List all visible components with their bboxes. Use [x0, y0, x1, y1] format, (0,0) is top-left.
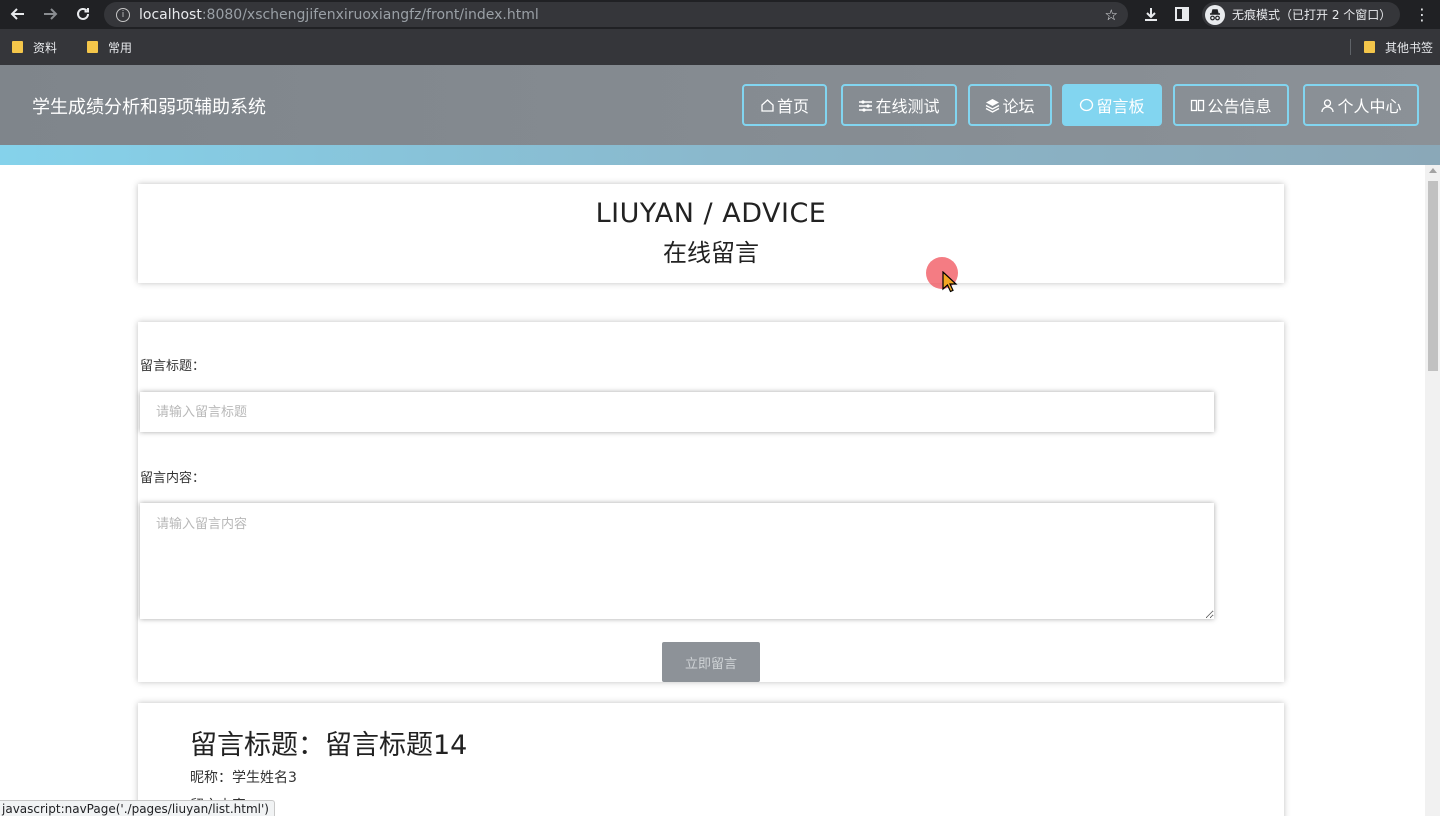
- bookmark-folder-changyong[interactable]: 常用: [87, 39, 132, 56]
- message-title: 留言标题：留言标题14: [190, 730, 468, 761]
- side-panel-button[interactable]: [1169, 1, 1195, 27]
- browser-menu-icon[interactable]: ⋮: [1414, 5, 1430, 24]
- arrow-left-icon: [10, 8, 24, 20]
- nav-label: 公告信息: [1207, 97, 1272, 116]
- reload-icon: [77, 7, 89, 20]
- nav-message-board[interactable]: 留言板: [1062, 84, 1162, 126]
- url-path: :8080/xschengjifenxiruoxiangfz/front/ind…: [201, 6, 539, 23]
- side-panel-icon: [1175, 7, 1189, 21]
- nav-label: 个人中心: [1337, 97, 1402, 116]
- site-title: 学生成绩分析和弱项辅助系统: [32, 97, 266, 118]
- chat-bubble-icon: [1080, 98, 1094, 111]
- forward-button[interactable]: [37, 1, 63, 27]
- bookmarks-divider: [1350, 39, 1351, 55]
- bookmark-label: 常用: [108, 40, 133, 55]
- submit-message-button[interactable]: 立即留言: [662, 642, 760, 682]
- nav-label: 首页: [776, 97, 809, 116]
- browser-toolbar: i localhost:8080/xschengjifenxiruoxiangf…: [0, 0, 1440, 29]
- folder-icon: [12, 41, 23, 53]
- sliders-icon: [859, 99, 873, 112]
- nav-home[interactable]: 首页: [742, 84, 827, 126]
- site-header: 学生成绩分析和弱项辅助系统 首页 在线测试 论坛 留言板 公告信息 个人中心: [0, 65, 1440, 145]
- nav-online-test[interactable]: 在线测试: [841, 84, 957, 126]
- bookmarks-bar: 资料 常用 其他书签: [0, 29, 1440, 65]
- page-title-zh: 在线留言: [663, 239, 759, 267]
- folder-icon: [87, 41, 99, 53]
- site-info-icon[interactable]: i: [116, 7, 130, 22]
- address-bar[interactable]: i localhost:8080/xschengjifenxiruoxiangf…: [104, 2, 1128, 27]
- nav-forum[interactable]: 论坛: [968, 84, 1052, 126]
- header-accent-strip: [0, 145, 1440, 165]
- message-card: 留言标题：留言标题14 昵称：学生姓名3 留言内容：: [138, 703, 1284, 816]
- incognito-indicator[interactable]: 无痕模式（已打开 2 个窗口）: [1202, 2, 1400, 27]
- scroll-up-arrow-icon[interactable]: [1429, 168, 1437, 173]
- reload-button[interactable]: [70, 1, 96, 27]
- download-button[interactable]: [1138, 1, 1164, 27]
- content-field-label: 留言内容：: [140, 471, 206, 486]
- home-icon: [761, 98, 774, 112]
- nav-announcements[interactable]: 公告信息: [1173, 84, 1289, 126]
- incognito-icon: [1205, 4, 1225, 25]
- download-icon: [1145, 8, 1157, 21]
- link-status-bar: javascript:navPage('./pages/liuyan/list.…: [0, 800, 275, 816]
- folder-icon: [1364, 41, 1375, 53]
- page-title-panel: LIUYAN / ADVICE 在线留言: [138, 184, 1284, 283]
- other-bookmarks-folder[interactable]: 其他书签: [1364, 29, 1433, 65]
- message-form: 留言标题： 留言内容： 立即留言: [138, 322, 1284, 682]
- nav-personal-center[interactable]: 个人中心: [1303, 84, 1419, 126]
- back-button[interactable]: [5, 1, 31, 27]
- title-input[interactable]: [140, 392, 1214, 432]
- nav-label: 论坛: [1002, 97, 1035, 116]
- title-field-label: 留言标题：: [140, 359, 206, 374]
- user-icon: [1321, 98, 1335, 112]
- scrollbar-thumb[interactable]: [1428, 181, 1438, 371]
- message-nickname: 昵称：学生姓名3: [190, 770, 297, 786]
- bookmark-label: 资料: [33, 40, 58, 55]
- incognito-label: 无痕模式（已打开 2 个窗口）: [1232, 8, 1392, 22]
- bookmark-folder-ziliao[interactable]: 资料: [12, 39, 57, 56]
- nav-label: 在线测试: [875, 97, 940, 116]
- page-title-en: LIUYAN / ADVICE: [595, 198, 827, 229]
- url-host: localhost: [139, 6, 202, 23]
- bookmark-star-icon[interactable]: ☆: [1105, 6, 1118, 24]
- layers-icon: [986, 98, 1000, 113]
- nav-label: 留言板: [1096, 97, 1145, 116]
- arrow-right-icon: [44, 8, 58, 20]
- other-bookmarks-label: 其他书签: [1385, 40, 1434, 55]
- mouse-cursor-icon: [942, 271, 958, 293]
- content-textarea[interactable]: [140, 503, 1214, 619]
- notice-icon: [1191, 99, 1205, 111]
